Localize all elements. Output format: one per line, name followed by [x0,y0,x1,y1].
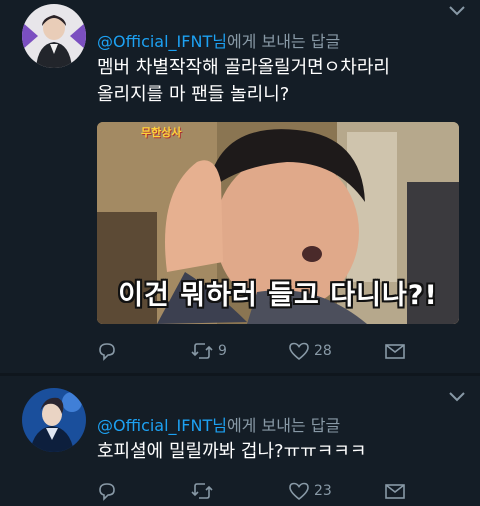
chevron-down-icon[interactable] [448,390,466,402]
direct-message-icon [385,484,405,499]
tweet-text: 호피셜에 밀릴까봐 겁나?ㅠㅠㅋㅋㅋ [97,438,366,465]
like-button[interactable]: 23 [288,480,332,502]
reply-rest: 에게 보내는 답글 [226,32,341,51]
like-icon [289,342,309,361]
reply-rest: 에게 보내는 답글 [226,416,341,435]
retweet-icon [191,343,213,359]
image-caption: 이건 뭐하러 들고 다니나?! [118,280,438,311]
tweet-text-line: 멤버 차별작작해 골라올릴거면ㅇ차라리 [97,57,390,78]
reply-icon [99,343,115,361]
reply-suffix: 님 [212,416,227,435]
reply-handle-link[interactable]: @Official_IFNT [97,32,212,51]
like-count: 28 [314,343,332,359]
reply-button[interactable] [97,480,121,502]
tweet[interactable]: @Official_IFNT님에게 보내는 답글 호피셜에 밀릴까봐 겁나?ㅠㅠ… [0,376,480,506]
reply-handle-link[interactable]: @Official_IFNT [97,416,212,435]
retweet-icon [191,483,213,499]
direct-message-button[interactable] [384,340,406,362]
tweet-image[interactable]: 무한상사 이건 뭐하러 들고 다니나?! [97,122,459,324]
chevron-down-icon[interactable] [448,4,466,16]
show-logo: 무한상사 [141,126,182,139]
retweet-count: 9 [218,343,227,359]
like-count: 23 [314,483,332,499]
replying-to: @Official_IFNT님에게 보내는 답글 [97,28,340,52]
reply-suffix: 님 [212,32,227,51]
avatar[interactable] [22,388,86,452]
retweet-button[interactable]: 9 [190,340,227,362]
direct-message-icon [385,344,405,359]
tweet-text-line: 호피셜에 밀릴까봐 겁나?ㅠㅠㅋㅋㅋ [97,441,367,462]
tweet-actions: 23 [97,480,427,502]
retweet-button[interactable] [190,480,218,502]
like-icon [289,482,309,501]
direct-message-button[interactable] [384,480,406,502]
tweet-text: 멤버 차별작작해 골라올릴거면ㅇ차라리 올리지를 마 팬들 놀리니? [97,54,390,108]
tweet[interactable]: @Official_IFNT님에게 보내는 답글 멤버 차별작작해 골라올릴거면… [0,0,480,374]
like-button[interactable]: 28 [288,340,332,362]
tweet-actions: 9 28 [97,340,427,362]
reply-button[interactable] [97,340,121,362]
reply-icon [99,483,115,501]
replying-to: @Official_IFNT님에게 보내는 답글 [97,412,340,436]
avatar[interactable] [22,4,86,68]
tweet-text-line: 올리지를 마 팬들 놀리니? [97,84,290,105]
